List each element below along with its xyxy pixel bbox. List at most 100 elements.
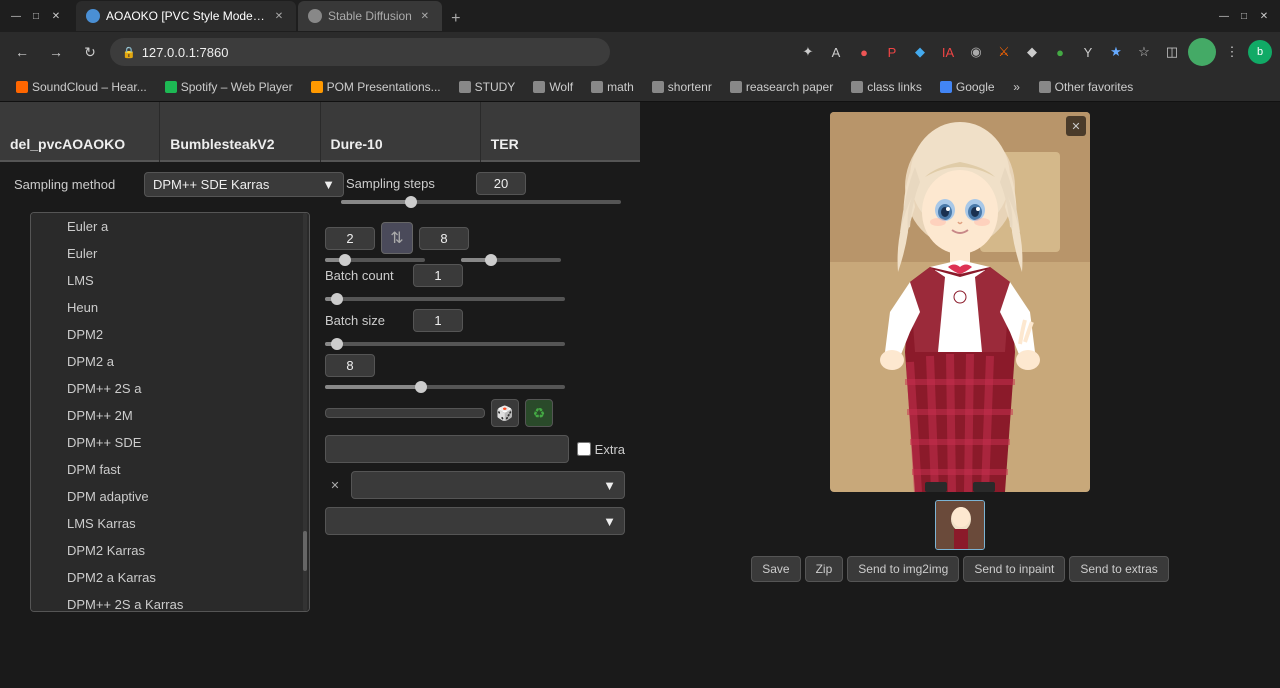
extension-icon-7[interactable]: ◉ — [964, 40, 988, 64]
model-dropdown-2[interactable]: ▼ — [325, 507, 625, 535]
extra-checkbox-label[interactable]: Extra — [577, 442, 625, 457]
width-slider-thumb[interactable] — [339, 254, 351, 266]
dropdown-item-label: DPM2 Karras — [67, 543, 145, 558]
dropdown-item-dpmfast[interactable]: DPM fast — [31, 456, 309, 483]
width-input[interactable]: 2 — [325, 227, 375, 250]
extension-icon-5[interactable]: ◆ — [908, 40, 932, 64]
dropdown-item-dpm2karras[interactable]: DPM2 Karras — [31, 537, 309, 564]
bing-icon[interactable]: b — [1248, 40, 1272, 64]
dropdown-item-label: DPM++ SDE — [67, 435, 141, 450]
bookmark-research[interactable]: reasearch paper — [722, 76, 841, 98]
star-icon[interactable]: ☆ — [1132, 40, 1156, 64]
send-to-img2img-button[interactable]: Send to img2img — [847, 556, 959, 582]
zip-button[interactable]: Zip — [805, 556, 844, 582]
extension-icon-9[interactable]: ● — [1048, 40, 1072, 64]
batch-size-thumb[interactable] — [331, 338, 343, 350]
swap-dimensions-button[interactable]: ⇅ — [381, 222, 413, 254]
dropdown-item-dpmpp2m[interactable]: DPM++ 2M — [31, 402, 309, 429]
win-minimize[interactable]: — — [1216, 8, 1232, 24]
cfg-input[interactable]: 8 — [325, 354, 375, 377]
batch-count-input[interactable]: 1 — [413, 264, 463, 287]
extension-icon-brave[interactable]: ⚔ — [992, 40, 1016, 64]
dropdown-item-dpm2akarras[interactable]: DPM2 a Karras — [31, 564, 309, 591]
extension-icon-6[interactable]: IA — [936, 40, 960, 64]
dropdown-item-dpmpp2sakarras[interactable]: DPM++ 2S a Karras — [31, 591, 309, 612]
win-restore[interactable]: □ — [1236, 8, 1252, 24]
bookmarks-more-button[interactable]: » — [1005, 76, 1029, 98]
back-button[interactable]: ← — [8, 38, 36, 66]
dice-button[interactable]: 🎲 — [491, 399, 519, 427]
dropdown-item-euler[interactable]: Euler — [31, 240, 309, 267]
bookmark-soundcloud[interactable]: SoundCloud – Hear... — [8, 76, 155, 98]
bookmark-other[interactable]: Other favorites — [1031, 76, 1142, 98]
dropdown-item-lmskarras[interactable]: LMS Karras — [31, 510, 309, 537]
steps-slider-thumb[interactable] — [405, 196, 417, 208]
sampling-steps-input[interactable]: 20 — [476, 172, 526, 195]
browser-chrome: — □ ✕ AOAOKO [PVC Style Model] - PV... ✕… — [0, 0, 1280, 102]
tab-stable-diffusion[interactable]: Stable Diffusion ✕ — [298, 1, 442, 31]
model-clear-button[interactable]: ✕ — [325, 475, 345, 495]
height-slider-thumb[interactable] — [485, 254, 497, 266]
dropdown-item-dpm2a[interactable]: DPM2 a — [31, 348, 309, 375]
send-to-extras-button[interactable]: Send to extras — [1069, 556, 1168, 582]
bookmark-spotify[interactable]: Spotify – Web Player — [157, 76, 301, 98]
tab-close-aoaoko[interactable]: ✕ — [272, 9, 286, 23]
bookmark-math[interactable]: math — [583, 76, 642, 98]
seed-input[interactable] — [325, 408, 485, 418]
extra-checkbox[interactable] — [577, 442, 591, 456]
new-tab-button[interactable]: + — [444, 7, 468, 31]
bookmark-study[interactable]: STUDY — [451, 76, 524, 98]
extension-icon-y[interactable]: Y — [1076, 40, 1100, 64]
tab-aoaoko[interactable]: AOAOKO [PVC Style Model] - PV... ✕ — [76, 1, 296, 31]
tab-close-sd[interactable]: ✕ — [418, 9, 432, 23]
dropdown-item-heun[interactable]: Heun — [31, 294, 309, 321]
cfg-thumb[interactable] — [415, 381, 427, 393]
model-card-1[interactable]: BumblesteakV2 — [160, 102, 319, 162]
bookmark-google[interactable]: Google — [932, 76, 1003, 98]
model-card-3[interactable]: TER — [481, 102, 640, 162]
batch-count-thumb[interactable] — [331, 293, 343, 305]
extension-icon-10[interactable]: ★ — [1104, 40, 1128, 64]
height-input[interactable]: 8 — [419, 227, 469, 250]
more-icon[interactable]: ⋮ — [1220, 40, 1244, 64]
close-image-button[interactable]: ✕ — [1066, 116, 1086, 136]
extension-icon-3[interactable]: ● — [852, 40, 876, 64]
dropdown-item-euler-a[interactable]: Euler a — [31, 213, 309, 240]
model-dropdown-1[interactable]: ▼ — [351, 471, 625, 499]
sampling-method-dropdown-list[interactable]: Euler a Euler LMS Heun DPM2 — [30, 212, 310, 612]
dropdown-item-dpmppsde[interactable]: DPM++ SDE — [31, 429, 309, 456]
dropdown-item-label: DPM++ 2S a — [67, 381, 141, 396]
bookmark-shortenr[interactable]: shortenr — [644, 76, 720, 98]
recycle-button[interactable]: ♻ — [525, 399, 553, 427]
bookmark-wolf[interactable]: Wolf — [525, 76, 581, 98]
dropdown-item-lms[interactable]: LMS — [31, 267, 309, 294]
model-card-0[interactable]: del_pvcAOAOKO — [0, 102, 159, 162]
batch-count-slider — [325, 297, 565, 301]
extension-icon-2[interactable]: A — [824, 40, 848, 64]
maximize-button[interactable]: □ — [28, 8, 44, 24]
bookmark-pom[interactable]: POM Presentations... — [303, 76, 449, 98]
scrollbar-thumb[interactable] — [303, 531, 307, 571]
close-button[interactable]: ✕ — [48, 8, 64, 24]
bookmark-classlinks[interactable]: class links — [843, 76, 930, 98]
extension-icon-4[interactable]: P — [880, 40, 904, 64]
script-input[interactable] — [325, 435, 569, 463]
win-close[interactable]: ✕ — [1256, 8, 1272, 24]
dropdown-item-dpmadaptive[interactable]: DPM adaptive — [31, 483, 309, 510]
save-button[interactable]: Save — [751, 556, 800, 582]
sampling-method-dropdown[interactable]: DPM++ SDE Karras ▼ — [144, 172, 344, 197]
minimize-button[interactable]: — — [8, 8, 24, 24]
sidebar-icon[interactable]: ◫ — [1160, 40, 1184, 64]
forward-button[interactable]: → — [42, 38, 70, 66]
batch-size-input[interactable]: 1 — [413, 309, 463, 332]
profile-icon[interactable] — [1188, 38, 1216, 66]
extension-icon-8[interactable]: ◆ — [1020, 40, 1044, 64]
url-bar[interactable]: 🔒 127.0.0.1:7860 — [110, 38, 610, 66]
model-card-2[interactable]: Dure-10 — [321, 102, 480, 162]
reload-button[interactable]: ↻ — [76, 38, 104, 66]
dropdown-item-dpmpp2sa[interactable]: DPM++ 2S a — [31, 375, 309, 402]
send-to-inpaint-button[interactable]: Send to inpaint — [963, 556, 1065, 582]
thumbnail-0[interactable] — [935, 500, 985, 550]
dropdown-item-dpm2[interactable]: DPM2 — [31, 321, 309, 348]
extension-icon-1[interactable]: ✦ — [796, 40, 820, 64]
